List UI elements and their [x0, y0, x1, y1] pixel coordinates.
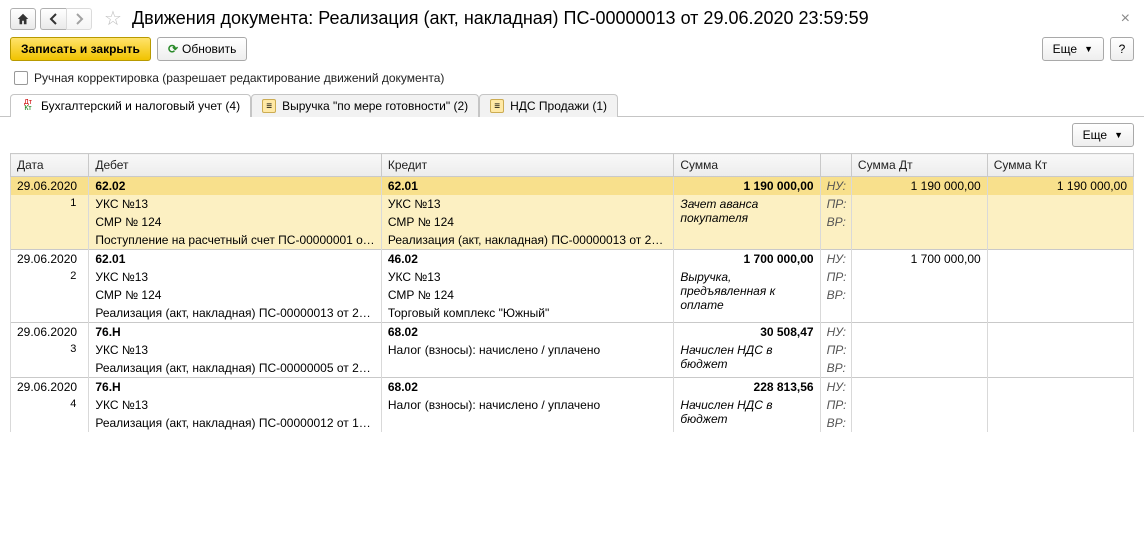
- tab-vat-sales[interactable]: ≡ НДС Продажи (1): [479, 94, 618, 117]
- manual-edit-checkbox[interactable]: [14, 71, 28, 85]
- tab-revenue[interactable]: ≡ Выручка "по мере готовности" (2): [251, 94, 479, 117]
- col-empty: [820, 154, 851, 177]
- col-credit[interactable]: Кредит: [381, 154, 674, 177]
- movements-table: Дата Дебет Кредит Сумма Сумма Дт Сумма К…: [10, 153, 1134, 432]
- table-row[interactable]: СМР № 124СМР № 124ВР:: [11, 286, 1134, 304]
- col-debit[interactable]: Дебет: [89, 154, 382, 177]
- more-button-top[interactable]: Еще▼: [1042, 37, 1104, 61]
- page-title: Движения документа: Реализация (акт, нак…: [132, 8, 869, 29]
- favorite-star-icon[interactable]: ☆: [104, 6, 122, 31]
- table-row[interactable]: 29.06.202062.0262.011 190 000,00НУ:1 190…: [11, 177, 1134, 196]
- table-row[interactable]: Реализация (акт, накладная) ПС-00000012 …: [11, 414, 1134, 432]
- table-row[interactable]: 29.06.202076.Н68.0230 508,47НУ:: [11, 323, 1134, 342]
- back-button[interactable]: [40, 8, 66, 30]
- table-row[interactable]: 1УКС №13УКС №13Зачет аванса покупателяПР…: [11, 195, 1134, 213]
- table-row[interactable]: Реализация (акт, накладная) ПС-00000013 …: [11, 304, 1134, 323]
- more-button-grid[interactable]: Еще▼: [1072, 123, 1134, 147]
- col-date[interactable]: Дата: [11, 154, 89, 177]
- refresh-button[interactable]: ⟳ Обновить: [157, 37, 247, 61]
- register-icon: ≡: [262, 99, 276, 113]
- table-row[interactable]: СМР № 124СМР № 124ВР:: [11, 213, 1134, 231]
- tab-accounting[interactable]: ДтКт Бухгалтерский и налоговый учет (4): [10, 94, 251, 117]
- col-sumkt[interactable]: Сумма Кт: [987, 154, 1133, 177]
- table-row[interactable]: 2УКС №13УКС №13Выручка, предъявленная к …: [11, 268, 1134, 286]
- refresh-icon: ⟳: [168, 42, 178, 56]
- col-sumdt[interactable]: Сумма Дт: [851, 154, 987, 177]
- table-row[interactable]: Поступление на расчетный счет ПС-0000000…: [11, 231, 1134, 250]
- table-row[interactable]: 29.06.202076.Н68.02228 813,56НУ:: [11, 378, 1134, 397]
- chevron-down-icon: ▼: [1114, 130, 1123, 140]
- close-button[interactable]: ×: [1117, 10, 1134, 28]
- table-row[interactable]: 3УКС №13Налог (взносы): начислено / упла…: [11, 341, 1134, 359]
- register-icon: ≡: [490, 99, 504, 113]
- table-row[interactable]: 4УКС №13Налог (взносы): начислено / упла…: [11, 396, 1134, 414]
- table-row[interactable]: 29.06.202062.0146.021 700 000,00НУ:1 700…: [11, 250, 1134, 269]
- chevron-down-icon: ▼: [1084, 44, 1093, 54]
- dtkt-icon: ДтКт: [21, 99, 35, 113]
- help-button[interactable]: ?: [1110, 37, 1134, 61]
- save-and-close-button[interactable]: Записать и закрыть: [10, 37, 151, 61]
- manual-edit-label: Ручная корректировка (разрешает редактир…: [34, 71, 444, 85]
- table-row[interactable]: Реализация (акт, накладная) ПС-00000005 …: [11, 359, 1134, 378]
- forward-button[interactable]: [66, 8, 92, 30]
- home-button[interactable]: [10, 8, 36, 30]
- col-sum[interactable]: Сумма: [674, 154, 820, 177]
